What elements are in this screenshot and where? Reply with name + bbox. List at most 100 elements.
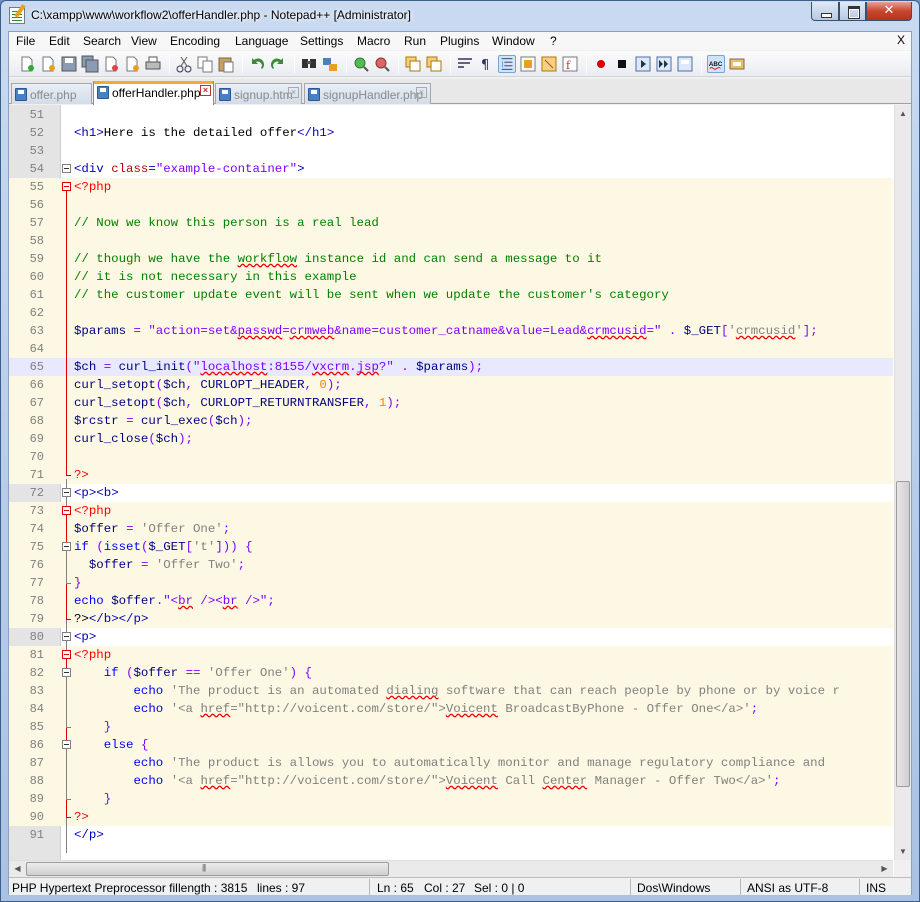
- code-line[interactable]: 65 $ch = curl_init("localhost:8155/vxcrm.…: [9, 358, 893, 376]
- code-text[interactable]: </p>: [74, 828, 104, 842]
- scroll-left-icon[interactable]: ◀: [9, 861, 26, 877]
- word-wrap-icon[interactable]: [456, 55, 474, 73]
- code-line[interactable]: 80 <p>: [9, 628, 893, 646]
- code-line[interactable]: 53: [9, 142, 893, 160]
- stop-macro-icon[interactable]: [613, 55, 631, 73]
- code-line[interactable]: 63 $params = "action=set&passwd=crmweb&na…: [9, 322, 893, 340]
- close-all-icon[interactable]: [123, 55, 141, 73]
- plugin-icon[interactable]: [728, 55, 746, 73]
- code-text[interactable]: ?>: [74, 468, 89, 482]
- code-editor[interactable]: 51 52 <h1>Here is the detailed offer</h1> 5…: [9, 105, 911, 877]
- code-line[interactable]: 59 // though we have the workflow instanc…: [9, 250, 893, 268]
- run-macro-multiple-icon[interactable]: [655, 55, 673, 73]
- fold-toggle-icon[interactable]: [62, 542, 71, 551]
- code-text[interactable]: curl_setopt($ch, CURLOPT_HEADER, 0);: [74, 378, 342, 392]
- code-text[interactable]: echo 'The product is an automated dialin…: [74, 684, 840, 698]
- code-line[interactable]: 69 curl_close($ch);: [9, 430, 893, 448]
- code-line[interactable]: 78 echo $offer."<br /><br />";: [9, 592, 893, 610]
- open-file-icon[interactable]: [39, 55, 57, 73]
- close-document-button[interactable]: X: [897, 33, 905, 47]
- code-line[interactable]: 91 </p>: [9, 826, 893, 844]
- code-text[interactable]: <p><b>: [74, 486, 119, 500]
- code-text[interactable]: curl_close($ch);: [74, 432, 193, 446]
- save-macro-icon[interactable]: [676, 55, 694, 73]
- code-line[interactable]: 88 echo '<a href="http://voicent.com/sto…: [9, 772, 893, 790]
- menu-file[interactable]: File: [16, 34, 35, 48]
- code-text[interactable]: <p>: [74, 630, 96, 644]
- code-line[interactable]: 85 }: [9, 718, 893, 736]
- code-text[interactable]: echo $offer."<br /><br />";: [74, 594, 275, 608]
- code-text[interactable]: <?php: [74, 180, 111, 194]
- code-line[interactable]: 51: [9, 106, 893, 124]
- code-line[interactable]: 75 if (isset($_GET['t'])) {: [9, 538, 893, 556]
- code-text[interactable]: $offer = 'Offer Two';: [74, 558, 245, 572]
- scroll-up-icon[interactable]: ▲: [895, 105, 911, 122]
- code-text[interactable]: $rcstr = curl_exec($ch);: [74, 414, 252, 428]
- fold-toggle-icon[interactable]: [62, 740, 71, 749]
- tab-offerhandler-php[interactable]: offerHandler.php ×: [93, 81, 214, 105]
- minimize-button[interactable]: [811, 2, 839, 21]
- code-line[interactable]: 62: [9, 304, 893, 322]
- fold-toggle-icon[interactable]: [62, 668, 71, 677]
- play-macro-icon[interactable]: [634, 55, 652, 73]
- code-line[interactable]: 66 curl_setopt($ch, CURLOPT_HEADER, 0);: [9, 376, 893, 394]
- code-line[interactable]: 74 $offer = 'Offer One';: [9, 520, 893, 538]
- code-line[interactable]: 60 // it is not necessary in this example: [9, 268, 893, 286]
- code-line[interactable]: 90 ?>: [9, 808, 893, 826]
- code-text[interactable]: curl_setopt($ch, CURLOPT_RETURNTRANSFER,…: [74, 396, 401, 410]
- code-line[interactable]: 57 // Now we know this person is a real l…: [9, 214, 893, 232]
- maximize-button[interactable]: [839, 2, 866, 21]
- code-text[interactable]: <h1>Here is the detailed offer</h1>: [74, 126, 334, 140]
- scroll-right-icon[interactable]: ▶: [876, 861, 893, 877]
- code-text[interactable]: // Now we know this person is a real lea…: [74, 216, 379, 230]
- show-all-chars-icon[interactable]: ¶: [477, 55, 495, 73]
- menu-search[interactable]: Search: [83, 34, 121, 48]
- new-file-icon[interactable]: [18, 55, 36, 73]
- sync-vertical-icon[interactable]: [404, 55, 422, 73]
- menu-settings[interactable]: Settings: [300, 34, 343, 48]
- indent-guide-icon[interactable]: [498, 55, 516, 73]
- print-icon[interactable]: [144, 55, 162, 73]
- find-icon[interactable]: [300, 55, 318, 73]
- code-line[interactable]: 56: [9, 196, 893, 214]
- function-list-icon[interactable]: f: [561, 55, 579, 73]
- menu-edit[interactable]: Edit: [49, 34, 70, 48]
- code-text[interactable]: }: [74, 792, 111, 806]
- code-line[interactable]: 72 <p><b>: [9, 484, 893, 502]
- copy-icon[interactable]: [196, 55, 214, 73]
- spell-check-icon[interactable]: ABC: [707, 55, 725, 73]
- record-macro-icon[interactable]: [592, 55, 610, 73]
- menu-macro[interactable]: Macro: [357, 34, 390, 48]
- code-line[interactable]: 58: [9, 232, 893, 250]
- doc-map-icon[interactable]: [540, 55, 558, 73]
- menu-language[interactable]: Language: [235, 34, 288, 48]
- code-text[interactable]: $params = "action=set&passwd=crmweb&name…: [74, 324, 818, 338]
- paste-icon[interactable]: [217, 55, 235, 73]
- code-text[interactable]: else {: [74, 738, 149, 752]
- code-line[interactable]: 89 }: [9, 790, 893, 808]
- code-line[interactable]: 79 ?></b></p>: [9, 610, 893, 628]
- user-lang-icon[interactable]: [519, 55, 537, 73]
- code-line[interactable]: 84 echo '<a href="http://voicent.com/sto…: [9, 700, 893, 718]
- horizontal-scrollbar[interactable]: ◀ ▶: [9, 860, 893, 877]
- code-line[interactable]: 61 // the customer update event will be s…: [9, 286, 893, 304]
- code-line[interactable]: 87 echo 'The product is allows you to au…: [9, 754, 893, 772]
- code-text[interactable]: // though we have the workflow instance …: [74, 252, 602, 266]
- fold-toggle-icon[interactable]: [62, 182, 71, 191]
- tab-signup-htm[interactable]: signup.htm ×: [215, 83, 302, 104]
- menu-view[interactable]: View: [131, 34, 157, 48]
- code-line[interactable]: 83 echo 'The product is an automated dia…: [9, 682, 893, 700]
- code-line[interactable]: 86 else {: [9, 736, 893, 754]
- title-bar[interactable]: C:\xampp\www\workflow2\offerHandler.php …: [1, 1, 919, 31]
- fold-toggle-icon[interactable]: [62, 506, 71, 515]
- menu-help[interactable]: ?: [550, 34, 557, 48]
- code-line[interactable]: 71 ?>: [9, 466, 893, 484]
- code-text[interactable]: <?php: [74, 504, 111, 518]
- tab-signuphandler-php[interactable]: signupHandler.php ×: [304, 83, 431, 104]
- menu-encoding[interactable]: Encoding: [170, 34, 220, 48]
- replace-icon[interactable]: [321, 55, 339, 73]
- fold-toggle-icon[interactable]: [62, 488, 71, 497]
- save-all-icon[interactable]: [81, 55, 99, 73]
- code-line[interactable]: 67 curl_setopt($ch, CURLOPT_RETURNTRANSFE…: [9, 394, 893, 412]
- code-line[interactable]: 68 $rcstr = curl_exec($ch);: [9, 412, 893, 430]
